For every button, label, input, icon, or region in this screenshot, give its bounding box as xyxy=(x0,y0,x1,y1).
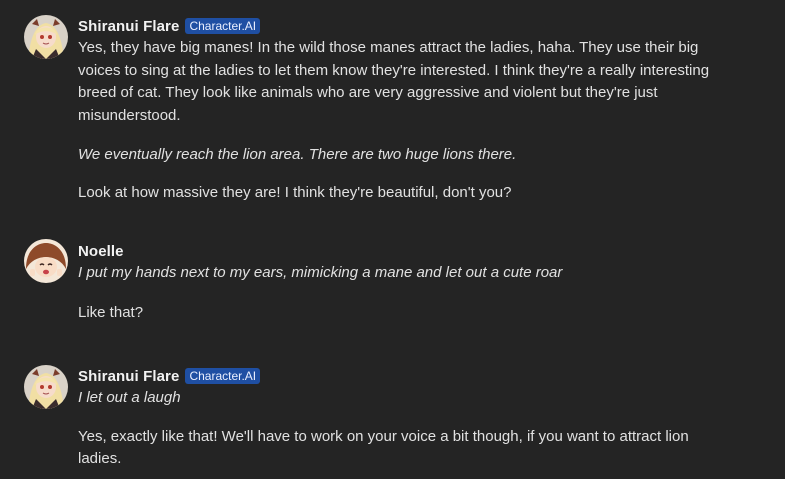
flare-avatar[interactable] xyxy=(24,365,68,409)
message-text: Yes, they have big manes! In the wild th… xyxy=(78,39,710,124)
message-text: Yes, exactly like that! We'll have to wo… xyxy=(78,427,689,468)
author-name: Shiranui Flare xyxy=(78,367,180,385)
noelle-avatar[interactable] xyxy=(24,239,68,283)
action-text: I put my hands next to my ears, mimickin… xyxy=(78,264,563,281)
message-text: Look at how massive they are! I think th… xyxy=(78,183,512,201)
flare-avatar[interactable] xyxy=(24,15,68,59)
action-text: I let out a laugh xyxy=(78,389,181,406)
message-text: Like that? xyxy=(78,303,144,321)
chat-log: Shiranui Flare Character.AI Yes, they ha… xyxy=(0,0,785,479)
author-name: Noelle xyxy=(78,242,124,260)
author-name: Shiranui Flare xyxy=(78,17,180,35)
character-ai-badge: Character.AI xyxy=(185,368,261,384)
action-text: We eventually reach the lion area. There… xyxy=(78,146,517,163)
character-ai-badge: Character.AI xyxy=(185,18,261,34)
